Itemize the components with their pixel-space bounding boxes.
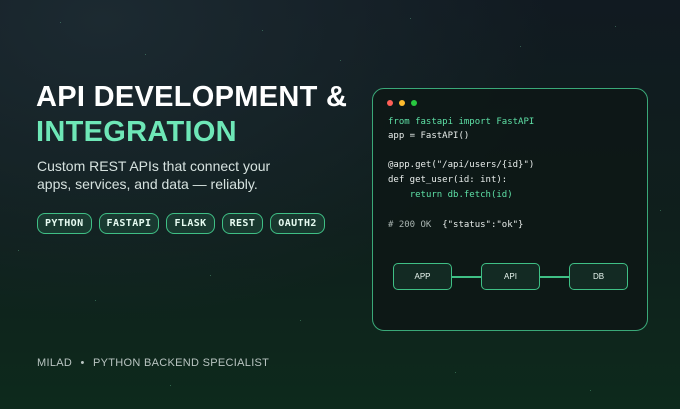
footer-role: PYTHON BACKEND SPECIALIST <box>93 357 270 369</box>
star-decoration <box>170 385 171 386</box>
hero-title-line1: API DEVELOPMENT & <box>36 81 348 113</box>
window-close-dot-icon <box>387 100 393 106</box>
star-decoration <box>340 60 341 61</box>
diagram-connector-app-api <box>452 276 481 278</box>
hero-title-line2: INTEGRATION <box>36 116 237 148</box>
footer-separator: • <box>80 357 85 369</box>
footer-credit: MILAD • PYTHON BACKEND SPECIALIST <box>37 357 269 369</box>
star-decoration <box>520 46 521 47</box>
code-response-body: {"status":"ok"} <box>431 220 524 230</box>
star-decoration <box>95 300 96 301</box>
star-decoration <box>262 30 263 31</box>
footer-name: MILAD <box>37 357 73 369</box>
code-line-def: def get_user(id: int): <box>388 175 508 185</box>
star-decoration <box>615 26 616 27</box>
diagram-node-app: APP <box>393 263 452 290</box>
code-comment: # 200 OK <box>388 220 432 230</box>
hero-subtitle-line2: apps, services, and data — reliably. <box>37 176 258 192</box>
tag-flask: FLASK <box>166 213 215 234</box>
diagram-connector-api-db <box>540 276 569 278</box>
window-maximize-dot-icon <box>411 100 417 106</box>
tag-python: PYTHON <box>37 213 92 234</box>
star-decoration <box>60 22 61 23</box>
code-line-import: from fastapi import FastAPI <box>388 117 535 127</box>
star-decoration <box>590 390 591 391</box>
star-decoration <box>455 372 456 373</box>
star-decoration <box>660 210 661 211</box>
star-decoration <box>210 275 211 276</box>
window-minimize-dot-icon <box>399 100 405 106</box>
tag-rest: REST <box>221 213 264 234</box>
tag-oauth2: OAUTH2 <box>270 213 325 234</box>
code-line-decorator: @app.get("/api/users/{id}") <box>388 160 535 170</box>
hero-subtitle-line1: Custom REST APIs that connect your <box>37 158 271 174</box>
star-decoration <box>145 54 146 55</box>
tag-fastapi: FASTAPI <box>98 213 160 234</box>
diagram-node-db: DB <box>569 263 628 290</box>
diagram-node-api: API <box>481 263 540 290</box>
code-window-card: from fastapi import FastAPI app = FastAP… <box>372 88 648 331</box>
star-decoration <box>300 320 301 321</box>
code-line-response: # 200 OK {"status":"ok"} <box>388 220 523 230</box>
tech-tag-list: PYTHON FASTAPI FLASK REST OAUTH2 <box>37 213 325 234</box>
code-line-return: return db.fetch(id) <box>388 190 513 200</box>
code-return-statement: return db.fetch(id) <box>409 190 513 200</box>
code-line-app: app = FastAPI() <box>388 131 470 141</box>
star-decoration <box>18 250 19 251</box>
star-decoration <box>410 18 411 19</box>
